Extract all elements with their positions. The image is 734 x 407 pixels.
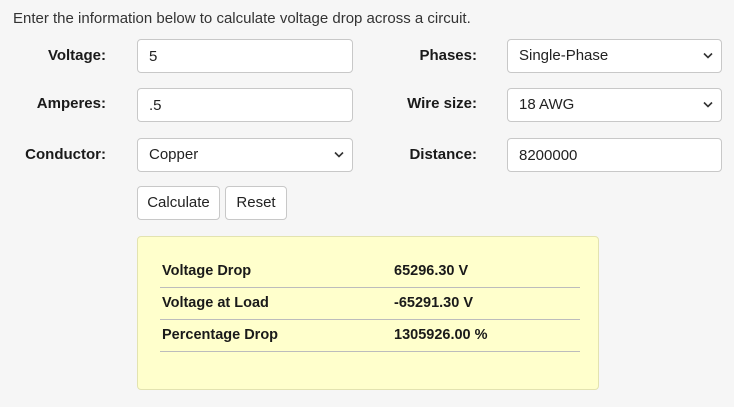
result-label: Percentage Drop xyxy=(162,327,279,343)
result-label: Voltage Drop xyxy=(162,263,252,279)
wire-size-select[interactable]: 18 AWG xyxy=(507,88,722,122)
conductor-label: Conductor: xyxy=(25,146,106,163)
intro-text: Enter the information below to calculate… xyxy=(13,10,471,27)
result-row-voltage-at-load: Voltage at Load -65291.30 V xyxy=(160,287,580,320)
results-panel: Voltage Drop 65296.30 V Voltage at Load … xyxy=(137,236,599,390)
wire-size-selected-value: 18 AWG xyxy=(519,96,575,113)
conductor-select[interactable]: Copper xyxy=(137,138,353,172)
result-value: 1305926.00 % xyxy=(394,327,488,343)
result-value: 65296.30 V xyxy=(394,263,469,279)
calculate-button[interactable]: Calculate xyxy=(137,186,220,220)
phases-selected-value: Single-Phase xyxy=(519,47,609,64)
conductor-selected-value: Copper xyxy=(149,146,199,163)
wire-size-label: Wire size: xyxy=(407,95,477,112)
result-row-percentage-drop: Percentage Drop 1305926.00 % xyxy=(160,319,580,352)
chevron-down-icon xyxy=(703,52,713,59)
phases-select[interactable]: Single-Phase xyxy=(507,39,722,73)
amperes-label: Amperes: xyxy=(36,95,106,112)
amperes-input[interactable] xyxy=(137,88,353,122)
reset-button[interactable]: Reset xyxy=(225,186,287,220)
voltage-input[interactable] xyxy=(137,39,353,73)
voltage-label: Voltage: xyxy=(47,47,106,64)
phases-label: Phases: xyxy=(419,47,477,64)
distance-label: Distance: xyxy=(409,146,477,163)
result-row-voltage-drop: Voltage Drop 65296.30 V xyxy=(160,255,580,288)
result-label: Voltage at Load xyxy=(162,295,269,311)
distance-input[interactable] xyxy=(507,138,722,172)
result-value: -65291.30 V xyxy=(394,295,474,311)
chevron-down-icon xyxy=(334,151,344,158)
chevron-down-icon xyxy=(703,101,713,108)
